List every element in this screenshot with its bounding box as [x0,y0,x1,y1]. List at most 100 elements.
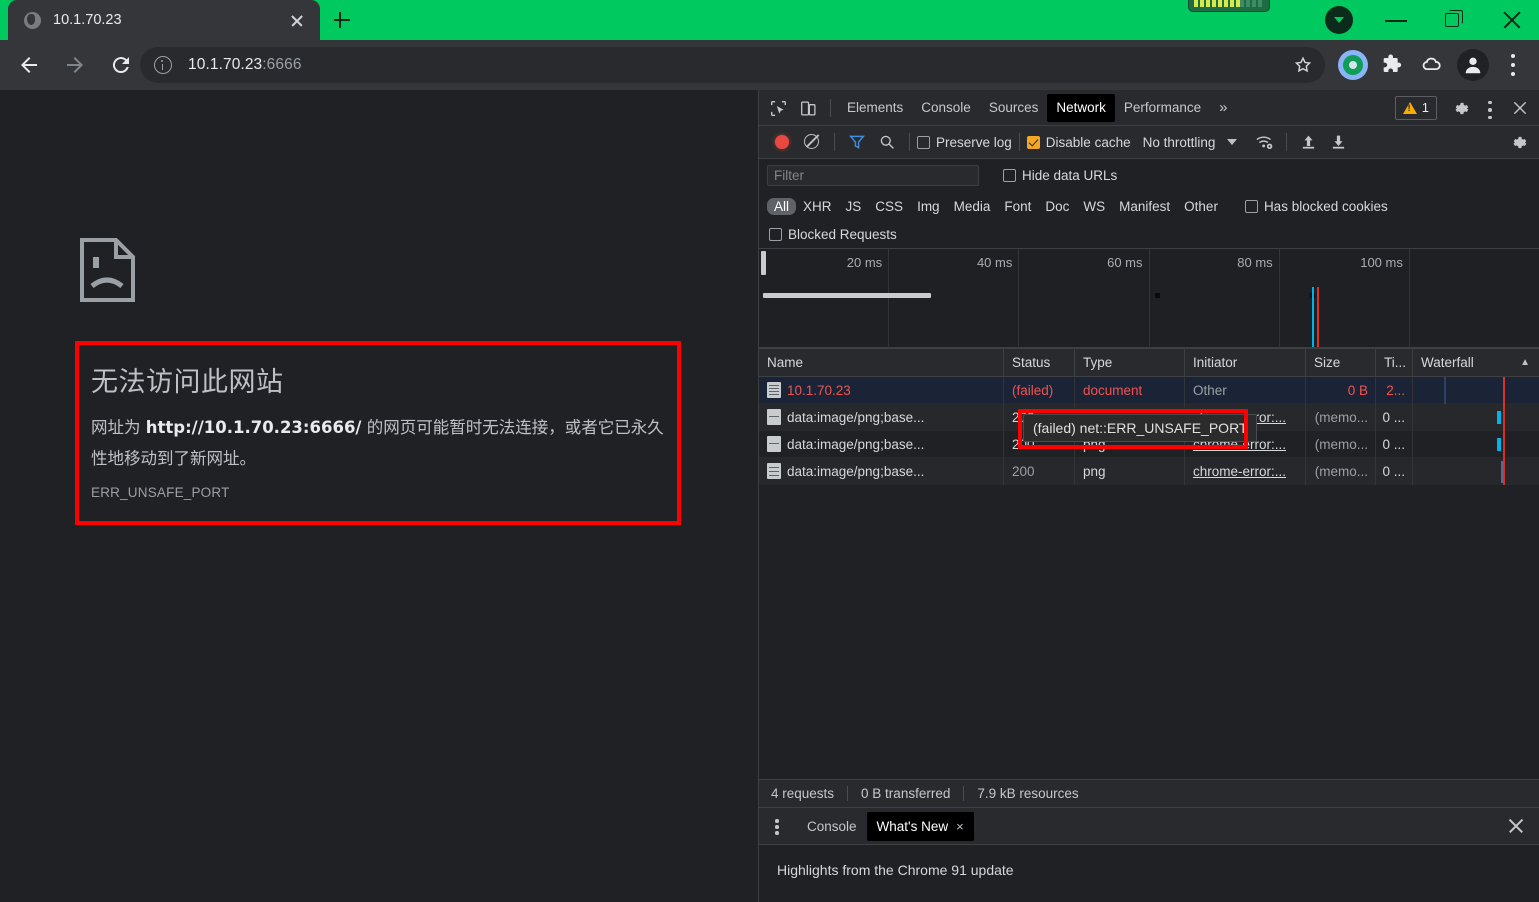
tab-elements[interactable]: Elements [838,94,912,122]
sort-arrow-icon[interactable]: ▲ [1520,349,1530,377]
table-row[interactable]: 10.1.70.23 (failed) document Other 0 B 2… [759,376,1539,404]
maximize-window-button[interactable] [1431,0,1477,40]
row-status: 200 [1004,457,1075,485]
avatar [1457,49,1489,81]
browser-tab[interactable]: 10.1.70.23 [8,0,320,40]
network-conditions-button[interactable] [1249,127,1279,157]
tab-strip: 10.1.70.23 [0,0,1539,40]
column-header-size[interactable]: Size [1306,348,1376,377]
network-timeline-overview[interactable]: 20 ms 40 ms 60 ms 80 ms 100 ms [759,249,1539,349]
column-header-time[interactable]: Ti... [1376,348,1413,377]
minimize-window-button[interactable] [1373,0,1419,40]
has-blocked-cookies-label: Has blocked cookies [1263,198,1388,214]
arrow-left-icon [21,57,37,73]
tab-performance[interactable]: Performance [1115,94,1210,122]
divider [1018,133,1020,151]
tab-sources[interactable]: Sources [980,94,1048,122]
devtools-settings-button[interactable] [1445,93,1475,123]
load-line [1503,457,1505,485]
column-header-status[interactable]: Status [1004,348,1075,377]
devtools-close-button[interactable] [1505,93,1535,123]
extension-gauge-widget[interactable] [1188,0,1270,12]
address-bar[interactable]: 10.1.70.23:6666 [140,47,1325,83]
checkbox-box [1244,199,1258,213]
type-filter-ws[interactable]: WS [1076,198,1112,215]
type-filter-xhr[interactable]: XHR [796,198,839,215]
hide-data-urls-checkbox[interactable]: Hide data URLs [1003,168,1117,183]
close-drawer-button[interactable] [1505,815,1527,837]
row-size: 0 B [1306,376,1376,404]
has-blocked-cookies-checkbox[interactable]: Has blocked cookies [1244,198,1388,214]
disable-cache-checkbox[interactable]: Disable cache [1026,134,1131,150]
close-tab-icon[interactable] [284,7,310,33]
error-desc-url: http://10.1.70.23:6666/ [145,418,362,437]
puzzle-icon [1422,57,1441,71]
import-har-button[interactable] [1294,127,1324,157]
preserve-log-label: Preserve log [936,134,1012,150]
disable-cache-label: Disable cache [1045,134,1131,150]
type-filter-js[interactable]: JS [839,198,869,215]
device-toolbar-icon[interactable] [793,93,823,123]
type-filter-doc[interactable]: Doc [1038,198,1076,215]
warning-badge[interactable]: 1 [1394,95,1437,120]
timeline-cell: 80 ms [1150,249,1280,348]
tab-network[interactable]: Network [1047,93,1115,122]
type-filter-other[interactable]: Other [1177,198,1225,215]
search-button[interactable] [872,127,902,157]
extension-shield-button[interactable] [1336,48,1370,82]
blocked-requests-checkbox[interactable]: Blocked Requests [769,227,897,242]
column-header-initiator[interactable]: Initiator [1185,348,1306,377]
type-filter-manifest[interactable]: Manifest [1112,198,1177,215]
type-filter-css[interactable]: CSS [868,198,910,215]
filter-toggle-button[interactable] [842,127,872,157]
type-filter-media[interactable]: Media [947,198,998,215]
url-text: 10.1.70.23:6666 [188,56,302,74]
close-window-button[interactable] [1489,0,1535,40]
row-initiator[interactable]: chrome-error:... [1193,464,1286,479]
new-tab-button[interactable] [326,4,358,36]
drawer-tab-whats-new[interactable]: What's New × [866,811,974,841]
puzzle-extension-button[interactable] [1376,48,1410,82]
column-header-type[interactable]: Type [1075,348,1185,377]
drawer-tab-console[interactable]: Console [797,812,867,841]
profile-button[interactable] [1456,48,1490,82]
forward-button[interactable] [52,42,98,88]
filter-input[interactable]: Filter [767,164,979,186]
more-tabs-icon[interactable]: » [1210,99,1236,116]
chevron-down-icon[interactable] [1227,139,1238,145]
bookmark-star-icon[interactable] [1287,49,1319,81]
site-info-icon[interactable] [154,56,172,74]
dropdown-chevron-button[interactable] [1325,6,1353,34]
row-name: data:image/png;base... [787,409,925,425]
close-drawer-tab-icon[interactable]: × [956,812,964,841]
preserve-log-checkbox[interactable]: Preserve log [917,135,1012,150]
column-header-name[interactable]: Name [759,348,1004,377]
checkbox-box [769,228,782,241]
wifi-settings-icon [1256,136,1273,150]
drawer-more-menu-icon[interactable] [769,816,787,836]
row-type: png [1075,457,1185,485]
load-line [1503,403,1505,431]
reload-button[interactable] [98,42,144,88]
type-filter-img[interactable]: Img [910,198,947,215]
dom-content-loaded-line [1312,287,1314,347]
back-button[interactable] [6,42,52,88]
image-file-icon [767,409,781,425]
extensions-button[interactable] [1416,48,1450,82]
tab-console[interactable]: Console [912,94,980,122]
type-filter-font[interactable]: Font [997,198,1038,215]
resource-type-filters: All XHR JS CSS Img Media Font Doc WS Man… [759,191,1539,221]
column-header-waterfall[interactable]: Waterfall [1421,349,1474,377]
export-har-button[interactable] [1324,127,1354,157]
timeline-left-handle[interactable] [761,251,766,275]
throttling-select[interactable]: No throttling [1143,135,1216,150]
record-button[interactable] [767,127,797,157]
type-filter-all[interactable]: All [767,197,797,215]
devtools-more-menu-button[interactable] [1475,93,1505,123]
network-settings-button[interactable] [1503,127,1533,157]
clear-button[interactable] [797,127,827,157]
row-size: (memo... [1306,457,1376,485]
table-row[interactable]: data:image/png;base... 200 png chrome-er… [759,457,1539,485]
inspect-element-icon[interactable] [763,93,793,123]
chrome-menu-button[interactable] [1496,48,1530,82]
